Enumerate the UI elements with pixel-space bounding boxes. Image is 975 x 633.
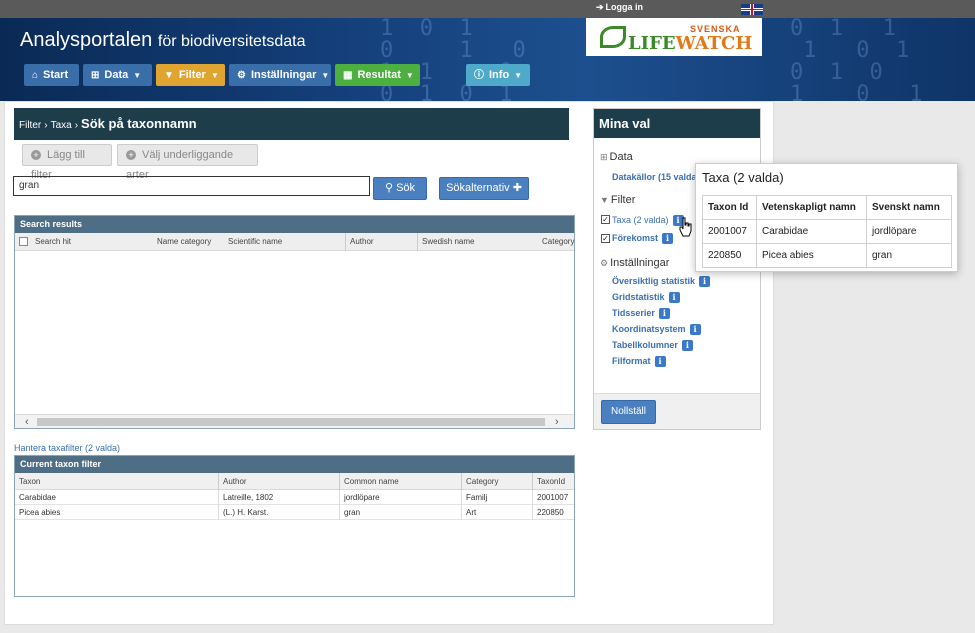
col-category[interactable]: Category <box>538 233 574 251</box>
nav-info-button[interactable]: ⓘ Info ▼ <box>466 64 530 86</box>
chevron-down-icon: ▼ <box>514 71 523 80</box>
nav-installningar-button[interactable]: ⚙ Inställningar ▼ <box>229 64 331 86</box>
data-heading: ⊞ Data <box>600 151 633 163</box>
horizontal-scrollbar[interactable]: ‹ › <box>15 414 574 428</box>
select-all-checkbox[interactable] <box>19 237 28 246</box>
search-results-header: Search hit Name category Scientific name… <box>15 233 574 251</box>
chevron-down-icon: ▼ <box>210 71 219 80</box>
cogs-icon: ⚙ <box>237 70 246 81</box>
mina-val-title: Mina val <box>594 109 760 138</box>
settings-oversiktlig-statistik[interactable]: Översiktlig statistik i <box>612 276 711 288</box>
settings-koordinatsystem[interactable]: Koordinatsystem i <box>612 324 701 336</box>
current-filter-header: Taxon Author Common name Category TaxonI… <box>15 473 574 490</box>
cogs-icon: ⚙ <box>600 258 609 268</box>
login-link[interactable]: ➔ Logga in <box>596 2 643 13</box>
forekomst-link[interactable]: Förekomst i <box>612 233 674 245</box>
info-icon[interactable]: i <box>699 276 711 288</box>
scrollbar-thumb[interactable] <box>37 418 545 426</box>
search-results-title: Search results <box>15 216 574 233</box>
nav-filter-button[interactable]: ▼ Filter ▼ <box>156 64 225 86</box>
breadcrumb: Filter › Taxa › Sök på taxonnamn <box>14 108 569 140</box>
taxa-link[interactable]: Taxa (2 valda) i <box>612 215 684 227</box>
taxa-checkbox[interactable]: ✓ <box>601 215 610 224</box>
col-scientific-name[interactable]: Scientific name <box>224 233 282 251</box>
sign-in-icon: ➔ <box>596 2 604 12</box>
settings-tabellkolumner[interactable]: Tabellkolumner i <box>612 340 693 352</box>
table-row: 220850 Picea abies gran <box>702 243 952 268</box>
search-button[interactable]: ⚲ Sök <box>373 177 427 200</box>
col-name-category[interactable]: Name category <box>153 233 211 251</box>
col-swedish-name[interactable]: Swedish name <box>417 233 474 251</box>
plus-circle-icon: + <box>126 150 136 160</box>
breadcrumb-taxa[interactable]: Taxa <box>51 120 72 131</box>
info-icon[interactable]: i <box>658 308 670 320</box>
binary-decoration: 1 0 1 0 1 0 1 1 0 0 1 0 1 <box>380 18 526 101</box>
scroll-right-icon[interactable]: › <box>555 415 559 429</box>
info-icon[interactable]: i <box>681 340 693 352</box>
nav-start-button[interactable]: ⌂ Start <box>24 64 79 86</box>
chevron-down-icon: ▼ <box>133 71 142 80</box>
scroll-left-icon[interactable]: ‹ <box>25 415 29 429</box>
top-bar: ➔ Logga in <box>0 0 975 18</box>
select-underlying-species-button[interactable]: + Välj underliggande arter <box>117 144 258 181</box>
popover-title: Taxa (2 valda) <box>702 170 784 185</box>
col-category[interactable]: Category <box>461 473 498 490</box>
home-icon: ⌂ <box>32 70 39 81</box>
settings-filformat[interactable]: Filformat i <box>612 356 666 368</box>
info-icon[interactable]: i <box>668 292 680 304</box>
filter-icon: ▼ <box>600 195 609 205</box>
hand-cursor-icon <box>679 217 692 237</box>
col-taxonid[interactable]: TaxonId <box>532 473 565 490</box>
sitemap-icon: ⊞ <box>600 152 608 162</box>
info-icon[interactable]: i <box>654 356 666 368</box>
forekomst-checkbox[interactable]: ✓ <box>601 234 610 243</box>
current-taxon-filter-grid: Current taxon filter Taxon Author Common… <box>14 455 575 597</box>
table-row: 2001007 Carabidae jordlöpare <box>702 219 952 244</box>
filter-icon: ▼ <box>164 70 174 81</box>
plus-circle-icon: + <box>31 150 41 160</box>
popover-table: Taxon Id Vetenskapligt namn Svenskt namn… <box>702 195 952 268</box>
info-icon: ⓘ <box>474 70 484 81</box>
nav-resultat-button[interactable]: ▦ Resultat ▼ <box>335 64 420 86</box>
chart-icon: ▦ <box>343 70 353 81</box>
col-search-hit[interactable]: Search hit <box>31 233 71 251</box>
popover-header-row: Taxon Id Vetenskapligt namn Svenskt namn <box>702 195 952 220</box>
header-banner: 1 0 1 0 1 0 1 1 0 0 1 0 1 0 1 1 1 0 1 0 … <box>0 18 975 101</box>
search-options-button[interactable]: Sökalternativ ✚ <box>439 177 529 200</box>
binary-decoration-right: 0 1 1 1 0 1 0 1 0 1 0 1 <box>790 18 923 101</box>
add-filter-button[interactable]: + Lägg till filter <box>22 144 112 181</box>
table-row[interactable]: Carabidae Latreille, 1802 jordlöpare Fam… <box>15 490 574 505</box>
breadcrumb-filter[interactable]: Filter <box>19 120 41 131</box>
taxa-popover: Taxa (2 valda) Taxon Id Vetenskapligt na… <box>695 163 958 272</box>
chevron-down-icon: ▼ <box>405 71 414 80</box>
col-author[interactable]: Author <box>345 233 374 251</box>
sitemap-icon: ⊞ <box>91 70 100 81</box>
settings-gridstatistik[interactable]: Gridstatistik i <box>612 292 680 304</box>
app-title: Analysportalen för biodiversitetsdata <box>20 29 306 51</box>
reset-button[interactable]: Nollställ <box>601 400 656 424</box>
lifewatch-logo[interactable]: SVENSKA LIFEWATCH <box>586 18 762 56</box>
page-title: Sök på taxonnamn <box>81 116 197 131</box>
plus-icon: ✚ <box>512 182 522 194</box>
settings-tidsserier[interactable]: Tidsserier i <box>612 308 670 320</box>
leaf-logo-icon <box>600 26 626 48</box>
info-icon[interactable]: i <box>662 233 674 245</box>
col-author[interactable]: Author <box>218 473 247 490</box>
filter-heading: ▼ Filter <box>600 194 636 206</box>
search-results-grid: Search results Search hit Name category … <box>14 215 575 429</box>
current-filter-title: Current taxon filter <box>15 456 574 473</box>
table-row[interactable]: Picea abies (L.) H. Karst. gran Art 2208… <box>15 505 574 520</box>
chevron-down-icon: ▼ <box>321 71 330 80</box>
installningar-heading: ⚙ Inställningar <box>600 257 670 269</box>
mina-val-footer: Nollställ <box>594 393 760 429</box>
col-common-name[interactable]: Common name <box>339 473 399 490</box>
nav-data-button[interactable]: ⊞ Data ▼ <box>83 64 152 86</box>
datakallor-link[interactable]: Datakällor (15 valda) <box>612 172 700 182</box>
col-taxon[interactable]: Taxon <box>15 473 40 490</box>
uk-flag-icon[interactable] <box>741 4 763 15</box>
info-icon[interactable]: i <box>689 324 701 336</box>
search-icon: ⚲ <box>384 182 394 194</box>
search-input[interactable]: gran <box>13 176 370 196</box>
manage-taxa-filter-link[interactable]: Hantera taxafilter (2 valda) <box>14 443 120 453</box>
